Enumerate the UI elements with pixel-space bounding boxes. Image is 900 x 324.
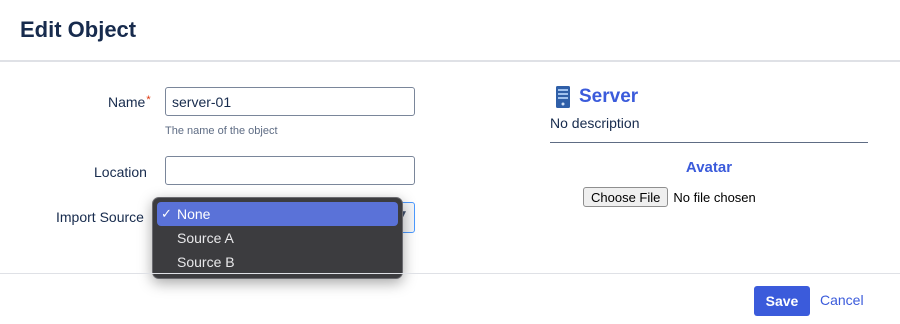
object-type-name: Server [579,86,639,107]
edit-object-dialog: Edit Object Name* The name of the object… [0,0,900,324]
dialog-header: Edit Object [0,0,900,62]
dialog-title: Edit Object [20,17,137,42]
import-source-dropdown: ✓ None Source A Source B [152,197,403,279]
checkmark-icon: ✓ [161,206,172,221]
cancel-link[interactable]: Cancel [820,292,864,308]
import-source-label: Import Source [56,209,144,225]
option-label: Source A [177,230,234,246]
object-type-header: Server [550,84,638,110]
file-status: No file chosen [673,189,756,205]
location-label: Location [94,164,147,180]
avatar-file-picker: Choose File No file chosen [583,187,756,207]
object-type-description: No description [550,115,640,131]
required-mark: * [146,94,151,106]
server-icon [555,86,571,108]
option-label: None [177,206,211,222]
name-label: Name* [108,94,151,110]
choose-file-button[interactable]: Choose File [583,187,669,207]
option-source-b[interactable]: Source B [157,250,398,274]
name-hint: The name of the object [165,125,278,137]
save-button[interactable]: Save [754,286,810,316]
panel-divider [550,142,868,143]
name-input[interactable] [165,87,415,116]
option-label: Source B [177,254,235,270]
option-none[interactable]: ✓ None [157,202,398,226]
location-input[interactable] [165,156,415,185]
option-source-a[interactable]: Source A [157,226,398,250]
name-label-text: Name [108,94,146,110]
avatar-title: Avatar [685,159,733,176]
